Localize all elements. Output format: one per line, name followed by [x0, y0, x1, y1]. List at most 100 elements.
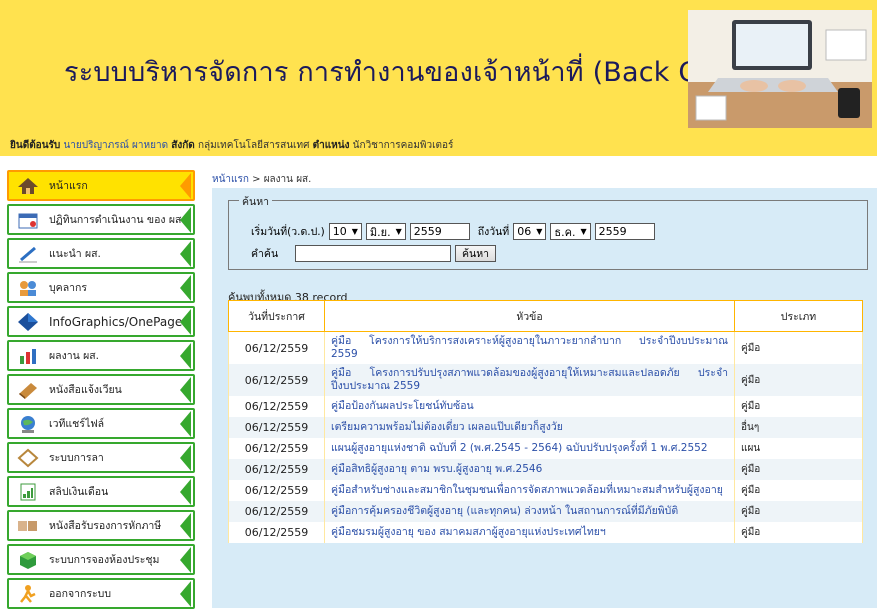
- to-year-input[interactable]: 2559: [594, 223, 655, 240]
- cell-title-link[interactable]: คู่มือสำหรับช่างและสมาชิกในชุมชนเพื่อการ…: [324, 480, 735, 501]
- cell-type: แผน: [734, 438, 863, 459]
- menu-arrow-icon: [180, 411, 191, 437]
- cell-date: 06/12/2559: [228, 522, 325, 543]
- cell-title-link[interactable]: คู่มือ โครงการปรับปรุงสภาพแวดล้อมของผู้ส…: [324, 364, 735, 396]
- sidebar-item-infographics[interactable]: InfoGraphics/OnePage: [7, 306, 195, 337]
- menu-arrow-icon: [180, 309, 191, 335]
- from-date-label: เริ่มวันที่(ว.ด.ป.): [251, 226, 325, 238]
- sidebar-item-home[interactable]: หน้าแรก: [7, 170, 195, 201]
- sidebar-item-circulars[interactable]: หนังสือแจ้งเวียน: [7, 374, 195, 405]
- cell-type: คู่มือ: [734, 396, 863, 417]
- workspace-illustration: [688, 10, 872, 128]
- date-range-row: เริ่มวันที่(ว.ด.ป.) 10 ▼ มิ.ย. ▼ 2559 ถึงว…: [251, 223, 655, 240]
- sidebar-item-label: บุคลากร: [49, 282, 88, 294]
- sidebar-item-works[interactable]: ผลงาน ผส.: [7, 340, 195, 371]
- menu-arrow-icon: [180, 581, 191, 607]
- cell-title-link[interactable]: คู่มือการคุ้มครองชีวิตผู้สูงอายุ (และทุก…: [324, 501, 735, 522]
- calendar-icon: [18, 213, 38, 228]
- chevron-down-icon: ▼: [351, 227, 358, 236]
- document-icon: [18, 520, 37, 531]
- sidebar-item-label: ปฏิทินการดำเนินงาน ของ ผส.: [49, 214, 185, 226]
- cell-date: 06/12/2559: [228, 396, 325, 417]
- breadcrumb-home-link[interactable]: หน้าแรก: [212, 174, 249, 185]
- cell-type: คู่มือ: [734, 331, 863, 364]
- cell-title-link[interactable]: แผนผู้สูงอายุแห่งชาติ ฉบับที่ 2 (พ.ศ.254…: [324, 438, 735, 459]
- people-icon: [20, 280, 36, 296]
- user-name: นายปริญาภรณ์ ผาหยาด: [63, 140, 169, 151]
- sidebar-item-calendar[interactable]: ปฏิทินการดำเนินงาน ของ ผส.: [7, 204, 195, 235]
- sidebar-item-label: เวทีแชร์ไฟล์: [49, 418, 105, 430]
- cell-date: 06/12/2559: [228, 417, 325, 438]
- chart-icon: [20, 348, 36, 364]
- cell-title-link[interactable]: คู่มือป้องกันผลประโยชน์ทับซ้อน: [324, 396, 735, 417]
- cell-title-link[interactable]: เตรียมความพร้อมไม่ต้องเดี่ยว เผลอแป๊บเดี…: [324, 417, 735, 438]
- cell-date: 06/12/2559: [228, 364, 325, 396]
- cell-title-link[interactable]: คู่มือสิทธิผู้สูงอายุ ตาม พรบ.ผู้สูงอายุ…: [324, 459, 735, 480]
- slip-icon: [20, 483, 36, 500]
- pen-icon: [19, 246, 37, 262]
- column-header-title: หัวข้อ: [324, 300, 735, 332]
- sidebar-item-fileshare[interactable]: เวทีแชร์ไฟล์: [7, 408, 195, 439]
- position: นักวิชาการคอมพิวเตอร์: [352, 140, 454, 151]
- to-month-value: ธ.ค.: [554, 225, 576, 239]
- sidebar-item-label: ระบบการจองห้องประชุม: [49, 554, 160, 566]
- home-icon: [18, 177, 38, 194]
- table-row: 06/12/2559 คู่มือสำหรับช่างและสมาชิกในชุ…: [228, 480, 863, 501]
- sidebar-item-label: แนะนำ ผส.: [49, 248, 101, 260]
- breadcrumb-separator: >: [252, 174, 261, 185]
- cell-title-link[interactable]: คู่มือชมรมผู้สูงอายุ ของ สมาคมสภาผู้สูงอ…: [324, 522, 735, 543]
- sidebar-item-label: หน้าแรก: [49, 180, 88, 192]
- sidebar-item-payslip[interactable]: สลิปเงินเดือน: [7, 476, 195, 507]
- keyword-label: คำค้น: [251, 248, 279, 260]
- cell-type: คู่มือ: [734, 501, 863, 522]
- from-month-select[interactable]: มิ.ย. ▼: [365, 223, 406, 240]
- from-year-input[interactable]: 2559: [409, 223, 470, 240]
- table-row: 06/12/2559 คู่มือป้องกันผลประโยชน์ทับซ้อ…: [228, 396, 863, 417]
- menu-arrow-icon: [180, 207, 191, 233]
- to-date-label: ถึงวันที่: [477, 226, 510, 238]
- cube-icon: [20, 551, 36, 569]
- sidebar-item-tax-certificate[interactable]: หนังสือรับรองการหักภาษี: [7, 510, 195, 541]
- menu-arrow-icon: [180, 275, 191, 301]
- sidebar-item-about[interactable]: แนะนำ ผส.: [7, 238, 195, 269]
- cell-type: อื่นๆ: [734, 417, 863, 438]
- column-header-type: ประเภท: [734, 300, 863, 332]
- sidebar-item-label: สลิปเงินเดือน: [49, 486, 109, 498]
- menu-arrow-icon: [180, 513, 191, 539]
- from-day-value: 10: [332, 225, 347, 238]
- sidebar-item-label: หนังสือแจ้งเวียน: [49, 384, 122, 396]
- cell-date: 06/12/2559: [228, 438, 325, 459]
- sidebar-item-logout[interactable]: ออกจากระบบ: [7, 578, 195, 609]
- menu-arrow-icon: [180, 479, 191, 505]
- search-button[interactable]: ค้นหา: [455, 245, 497, 262]
- menu-arrow-icon: [180, 173, 191, 199]
- header-banner: ระบบบริหารจัดการ การทำงานของเจ้าหน้าที่ …: [0, 0, 877, 136]
- menu-arrow-icon: [180, 547, 191, 573]
- sidebar-item-label: ออกจากระบบ: [49, 588, 111, 600]
- table-header-row: วันที่ประกาศ หัวข้อ ประเภท: [228, 300, 863, 332]
- chevron-down-icon: ▼: [395, 227, 402, 236]
- cell-date: 06/12/2559: [228, 480, 325, 501]
- table-row: 06/12/2559 แผนผู้สูงอายุแห่งชาติ ฉบับที่…: [228, 438, 863, 459]
- menu-arrow-icon: [180, 241, 191, 267]
- menu-arrow-icon: [180, 445, 191, 471]
- from-day-select[interactable]: 10 ▼: [328, 223, 362, 240]
- sidebar-item-leave[interactable]: ระบบการลา: [7, 442, 195, 473]
- cell-title-link[interactable]: คู่มือ โครงการให้บริการสงเคราะห์ผู้สูงอา…: [324, 331, 735, 364]
- cell-type: คู่มือ: [734, 522, 863, 543]
- diamond-icon: [18, 312, 38, 331]
- to-day-select[interactable]: 06 ▼: [513, 223, 547, 240]
- sidebar-item-label: ผลงาน ผส.: [49, 350, 100, 362]
- table-row: 06/12/2559 เตรียมความพร้อมไม่ต้องเดี่ยว …: [228, 417, 863, 438]
- cell-type: คู่มือ: [734, 459, 863, 480]
- position-label: ตำแหน่ง: [312, 140, 350, 151]
- sidebar-item-personnel[interactable]: บุคลากร: [7, 272, 195, 303]
- to-month-select[interactable]: ธ.ค. ▼: [550, 223, 591, 240]
- cell-date: 06/12/2559: [228, 331, 325, 364]
- sidebar-item-label: หนังสือรับรองการหักภาษี: [49, 520, 162, 532]
- keyword-input[interactable]: [295, 245, 451, 262]
- column-header-date: วันที่ประกาศ: [228, 300, 325, 332]
- affiliation: กลุ่มเทคโนโลยีสารสนเทศ: [197, 140, 310, 151]
- sidebar-item-room-booking[interactable]: ระบบการจองห้องประชุม: [7, 544, 195, 575]
- welcome-greeting: ยินดีต้อนรับ: [10, 140, 61, 151]
